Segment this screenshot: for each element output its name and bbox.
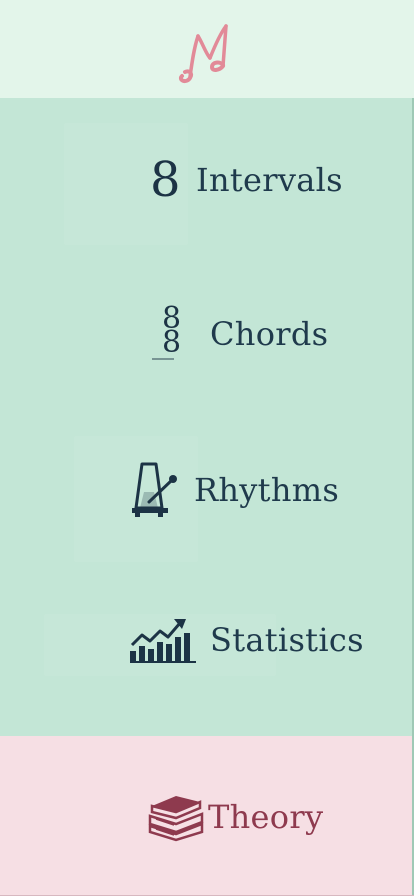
menu-item-statistics[interactable]: Statistics	[128, 610, 364, 670]
menu-item-label: Chords	[210, 315, 329, 353]
music-note-logo-icon[interactable]	[176, 22, 232, 84]
metronome-icon	[132, 462, 177, 517]
chord-icon: 8 8	[152, 304, 198, 364]
menu-item-intervals[interactable]: 8 Intervals	[150, 150, 343, 210]
side-menu: 8 Intervals 8 8 Chords Rhythms Statistic…	[0, 98, 414, 736]
menu-item-label: Statistics	[210, 621, 364, 659]
statistics-chart-icon	[130, 619, 196, 663]
menu-item-chords[interactable]: 8 8 Chords	[152, 302, 328, 366]
menu-item-label: Rhythms	[194, 471, 340, 509]
menu-item-label: Theory	[208, 798, 324, 836]
interval-icon: 8	[150, 152, 181, 208]
menu-item-theory[interactable]: Theory	[146, 788, 323, 846]
app-header	[0, 0, 414, 98]
menu-item-label: Intervals	[196, 161, 343, 199]
theory-section: Theory	[0, 736, 414, 896]
menu-item-rhythms[interactable]: Rhythms	[130, 460, 339, 520]
books-icon	[148, 796, 204, 842]
